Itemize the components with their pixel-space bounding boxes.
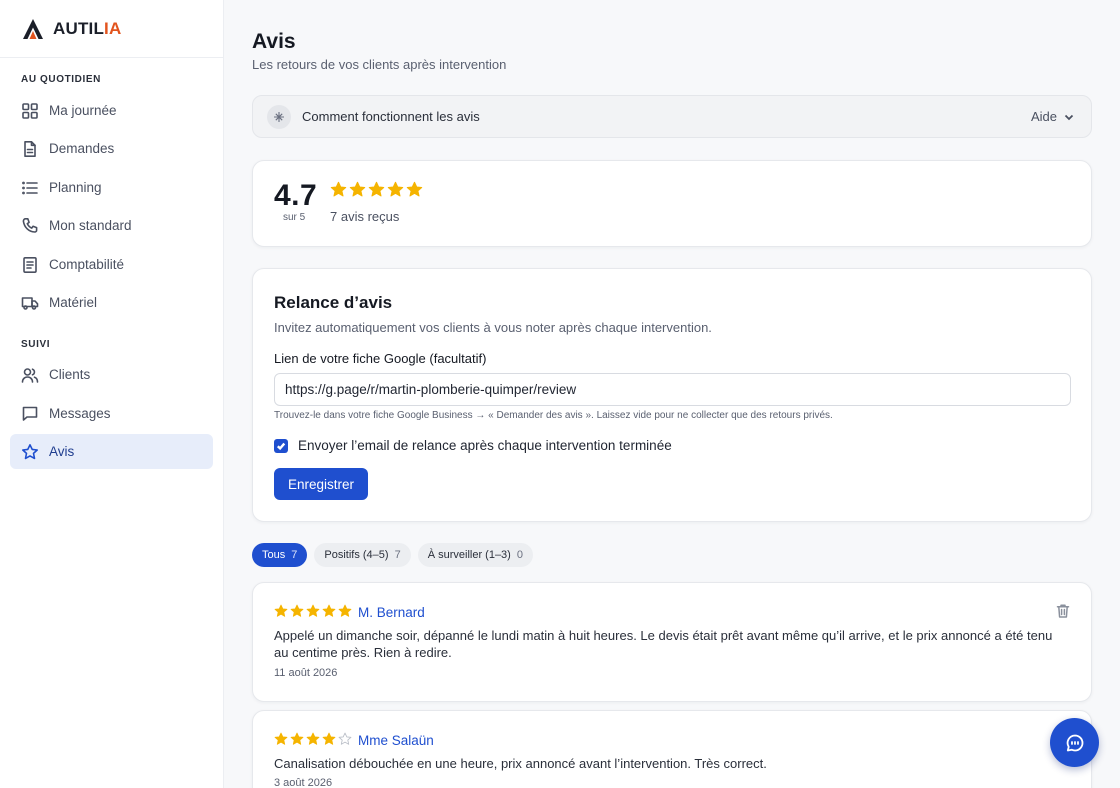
review-card: Mme Salaün Canalisation débouchée en une…	[252, 710, 1092, 788]
sidebar-item-label: Clients	[49, 367, 91, 382]
chat-button[interactable]	[1050, 718, 1099, 767]
sidebar-item-label: Matériel	[49, 295, 98, 310]
list-icon	[22, 181, 38, 194]
phone-icon	[22, 217, 38, 233]
sidebar-item-label: Ma journée	[49, 103, 117, 118]
star-filled-icon	[406, 181, 423, 197]
sidebar-item-mon-standard[interactable]: Mon standard	[10, 208, 213, 243]
brand[interactable]: AUTILIA	[0, 0, 223, 58]
filter-label: Tous	[262, 549, 286, 561]
help-toggle-label: Aide	[1030, 109, 1057, 124]
star-filled-icon	[387, 181, 404, 197]
review-date: 11 août 2026	[274, 667, 338, 679]
sidebar-item-label: Demandes	[49, 141, 115, 156]
star-filled-icon	[274, 732, 288, 745]
sidebar-item-planning[interactable]: Planning	[10, 170, 213, 205]
filter-count: 7	[394, 549, 401, 561]
sidebar-item-demandes[interactable]: Demandes	[10, 131, 213, 166]
relance-checkbox[interactable]	[274, 438, 288, 453]
sidebar-item-avis[interactable]: Avis	[10, 434, 213, 469]
review-stars	[274, 732, 352, 746]
star-filled-icon	[306, 732, 320, 745]
help-toggle[interactable]: Aide	[1031, 109, 1075, 124]
star-filled-icon	[290, 604, 304, 617]
star-filled-icon	[322, 732, 336, 745]
rating-summary-card: 4.7 sur 5 7 avis reçus	[252, 160, 1092, 247]
sidebar-item-label: Mon standard	[49, 218, 132, 233]
save-button[interactable]: Enregistrer	[274, 468, 369, 500]
chat-bubble-icon	[1066, 734, 1083, 751]
sidebar: AUTILIA AU QUOTIDIEN Ma journée Demandes…	[0, 0, 224, 788]
truck-icon	[21, 296, 39, 310]
check-icon	[276, 442, 286, 450]
google-link-hint: Trouvez-le dans votre fiche Google Busin…	[274, 410, 833, 421]
relance-title: Relance d’avis	[274, 293, 393, 312]
star-filled-icon	[290, 732, 304, 745]
autilia-logo-icon	[23, 18, 43, 39]
sidebar-item-label: Avis	[49, 444, 75, 459]
grid-icon	[22, 102, 38, 119]
google-link-input[interactable]	[274, 373, 1071, 406]
rating-stars	[330, 181, 423, 198]
receipt-icon	[23, 256, 37, 273]
trash-icon	[1056, 604, 1070, 618]
filter-count: 7	[291, 549, 298, 561]
sidebar-item-label: Messages	[49, 406, 111, 421]
sidebar-item-materiel[interactable]: Matériel	[10, 285, 213, 320]
review-stars	[274, 604, 352, 618]
star-filled-icon	[322, 604, 336, 617]
relance-checkbox-label: Envoyer l’email de relance après chaque …	[298, 438, 672, 453]
filter-chip-a-surveiller[interactable]: À surveiller (1–3) 0	[417, 543, 533, 567]
review-date: 3 août 2026	[274, 777, 333, 788]
review-author[interactable]: M. Bernard	[358, 605, 425, 620]
document-icon	[24, 140, 36, 157]
star-filled-icon	[330, 181, 347, 197]
help-bar[interactable]: Comment fonctionnent les avis Aide	[252, 95, 1092, 138]
users-icon	[21, 367, 39, 383]
star-filled-icon	[338, 604, 352, 617]
review-text: Canalisation débouchée en une heure, pri…	[274, 756, 767, 771]
star-filled-icon	[368, 181, 385, 197]
relance-checkbox-row[interactable]: Envoyer l’email de relance après chaque …	[274, 438, 672, 453]
review-author[interactable]: Mme Salaün	[358, 733, 434, 748]
message-icon	[22, 406, 38, 421]
sidebar-item-ma-journee[interactable]: Ma journée	[10, 93, 213, 128]
relance-card: Relance d’avis Invitez automatiquement v…	[252, 268, 1092, 522]
section-label-quotidien: AU QUOTIDIEN	[21, 74, 101, 85]
sidebar-item-label: Planning	[49, 180, 102, 195]
rating-scale: sur 5	[283, 212, 306, 223]
chevron-down-icon	[1064, 114, 1074, 120]
review-text: Appelé un dimanche soir, dépanné le lund…	[274, 628, 1053, 660]
star-filled-icon	[274, 604, 288, 617]
sparkle-icon	[267, 104, 291, 129]
star-empty-icon	[338, 732, 352, 745]
sidebar-item-messages[interactable]: Messages	[10, 396, 213, 431]
star-icon	[21, 443, 39, 459]
sidebar-item-comptabilite[interactable]: Comptabilité	[10, 247, 213, 282]
page-title: Avis	[252, 30, 296, 53]
rating-count: 7 avis reçus	[330, 209, 400, 224]
relance-description: Invitez automatiquement vos clients à vo…	[274, 320, 712, 335]
star-filled-icon	[306, 604, 320, 617]
review-filters: Tous 7 Positifs (4–5) 7 À surveiller (1–…	[252, 543, 533, 567]
help-text: Comment fonctionnent les avis	[302, 109, 480, 124]
sidebar-item-clients[interactable]: Clients	[10, 357, 213, 392]
sidebar-item-label: Comptabilité	[49, 257, 125, 272]
section-label-suivi: SUIVI	[21, 339, 51, 350]
filter-count: 0	[516, 549, 523, 561]
star-filled-icon	[349, 181, 366, 197]
filter-label: Positifs (4–5)	[324, 549, 389, 561]
filter-chip-positifs[interactable]: Positifs (4–5) 7	[314, 543, 411, 567]
google-link-label: Lien de votre fiche Google (facultatif)	[274, 351, 487, 366]
rating-value: 4.7	[274, 179, 318, 212]
review-card: M. Bernard Appelé un dimanche soir, dépa…	[252, 582, 1092, 702]
brand-name: AUTILIA	[53, 18, 122, 38]
page-subtitle: Les retours de vos clients après interve…	[252, 57, 507, 72]
filter-chip-tous[interactable]: Tous 7	[252, 543, 308, 567]
filter-label: À surveiller (1–3)	[427, 549, 511, 561]
delete-review-button[interactable]	[1055, 603, 1071, 619]
